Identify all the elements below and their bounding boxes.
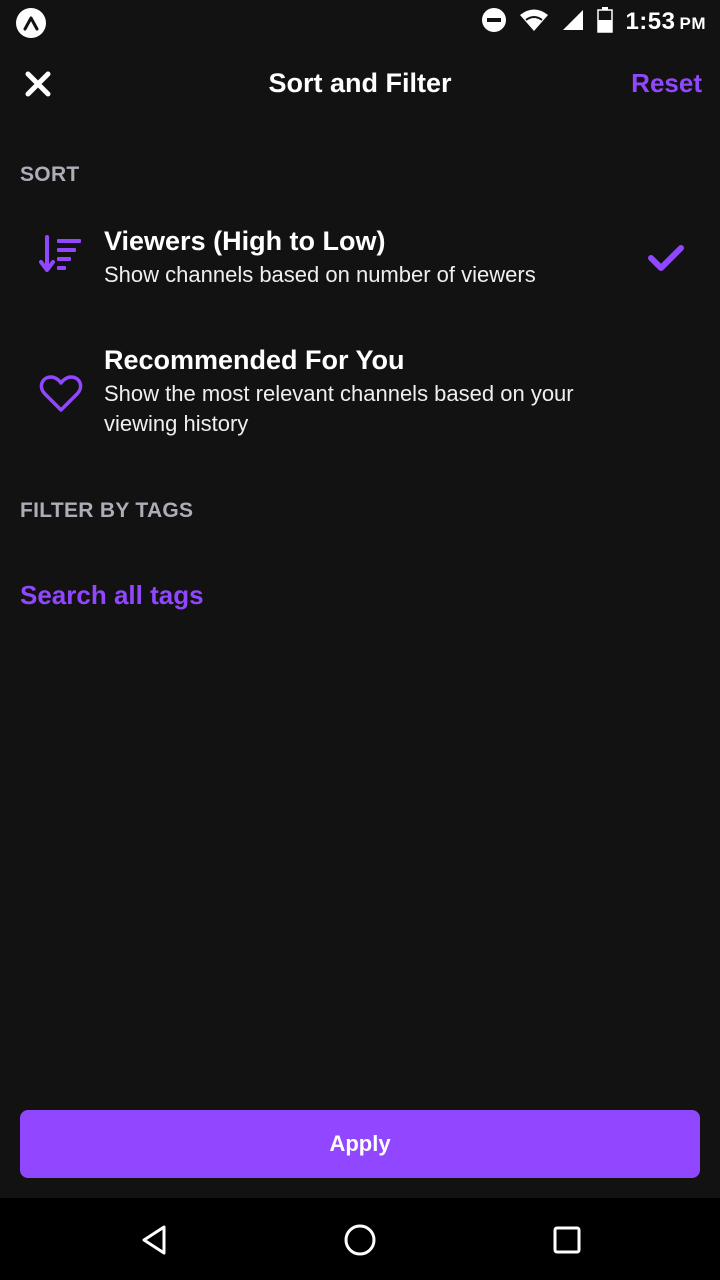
heart-icon — [38, 371, 84, 417]
sort-option-title: Viewers (High to Low) — [104, 226, 386, 256]
back-icon — [142, 1225, 166, 1255]
reset-button[interactable]: Reset — [631, 68, 702, 99]
sort-option-text: Viewers (High to Low) Show channels base… — [104, 224, 630, 290]
status-time: 1:53 PM — [625, 8, 706, 36]
recents-icon — [553, 1226, 581, 1254]
search-all-tags-link[interactable]: Search all tags — [20, 580, 204, 611]
sort-descending-icon — [38, 232, 84, 278]
home-icon — [344, 1224, 376, 1256]
sort-option-description: Show the most relevant channels based on… — [104, 381, 574, 436]
check-icon — [646, 238, 686, 278]
sort-option-text: Recommended For You Show the most releva… — [104, 343, 630, 439]
sort-section-label: SORT — [20, 163, 80, 186]
battery-icon — [597, 6, 614, 38]
wifi-icon — [519, 8, 549, 37]
status-time-value: 1:53 — [625, 8, 676, 35]
sort-option-description: Show channels based on number of viewers — [104, 262, 536, 287]
sort-filter-screen: 1:53 PM Sort and Filter Reset SORT Viewer… — [0, 0, 720, 1280]
sort-option-viewers[interactable]: Viewers (High to Low) Show channels base… — [0, 222, 720, 322]
status-bar: 1:53 PM — [0, 0, 720, 44]
app-notification-icon — [16, 8, 46, 38]
sort-option-recommended[interactable]: Recommended For You Show the most releva… — [0, 343, 720, 453]
do-not-disturb-icon — [481, 7, 507, 38]
recents-button[interactable] — [543, 1216, 591, 1264]
sort-option-title: Recommended For You — [104, 345, 405, 375]
back-button[interactable] — [130, 1216, 178, 1264]
apply-button[interactable]: Apply — [20, 1110, 700, 1178]
header: Sort and Filter Reset — [0, 44, 720, 128]
status-icons: 1:53 PM — [481, 6, 706, 38]
navigation-bar — [0, 1198, 720, 1280]
status-ampm: PM — [679, 14, 706, 33]
home-button[interactable] — [336, 1216, 384, 1264]
signal-icon — [561, 8, 585, 37]
filter-section-label: FILTER BY TAGS — [20, 499, 194, 522]
page-title: Sort and Filter — [268, 68, 452, 98]
